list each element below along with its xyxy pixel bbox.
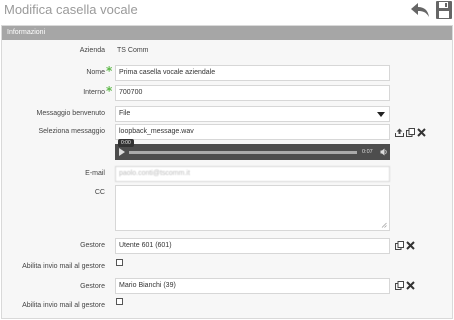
messaggio-benvenuto-select[interactable]: File [115,106,390,122]
volume-icon[interactable] [380,148,388,156]
gestore-1-input[interactable]: Utente 601 (601) [115,238,390,254]
interno-input[interactable]: 700700 [115,85,390,101]
email-label: E-mail [85,170,105,177]
nome-input[interactable]: Prima casella vocale aziendale [115,65,390,81]
audio-duration: 0:07 [362,149,373,155]
audio-current-time: 0:00 [118,139,134,147]
upload-icon[interactable] [395,128,404,137]
required-star-icon: * [106,84,113,98]
messaggio-benvenuto-value: File [119,110,131,117]
email-input[interactable]: paolo.conti@tscomm.it [115,166,390,182]
nome-label: Nome [86,69,105,76]
delete-icon[interactable] [406,241,415,250]
back-arrow-icon[interactable] [410,1,430,19]
messaggio-benvenuto-label: Messaggio benvenuto [36,110,106,117]
chevron-down-icon [377,112,385,117]
interno-label: Interno [83,89,105,96]
abilita-2-checkbox[interactable] [116,298,123,305]
azienda-label: Azienda [79,47,105,54]
copy-icon[interactable] [395,241,404,250]
gestore-2-label: Gestore [80,283,105,290]
gestore-2-input[interactable]: Mario Bianchi (39) [115,278,390,294]
seleziona-messaggio-label: Seleziona messaggio [38,128,105,135]
abilita-2-label: Abilita invio mail al gestore [22,302,105,309]
audio-progress-track[interactable] [129,151,357,154]
audio-player[interactable]: 0:07 [115,144,390,160]
resize-grip-icon[interactable] [381,222,387,228]
section-header: Informazioni [2,26,452,40]
copy-icon[interactable] [395,281,404,290]
play-icon[interactable] [119,148,125,156]
abilita-1-label: Abilita invio mail al gestore [22,263,105,270]
delete-icon[interactable] [417,128,426,137]
required-star-icon: * [106,64,113,78]
seleziona-messaggio-input[interactable]: loopback_message.wav [115,124,390,140]
cc-textarea[interactable] [115,185,390,231]
delete-icon[interactable] [406,281,415,290]
azienda-value: TS Comm [117,47,149,54]
cc-label: CC [94,189,105,196]
gestore-1-label: Gestore [80,242,105,249]
floppy-disk-icon[interactable] [435,0,453,20]
abilita-1-checkbox[interactable] [116,259,123,266]
copy-icon[interactable] [406,128,415,137]
page-title: Modifica casella vocale [4,2,138,17]
page-header: Modifica casella vocale [0,0,454,25]
